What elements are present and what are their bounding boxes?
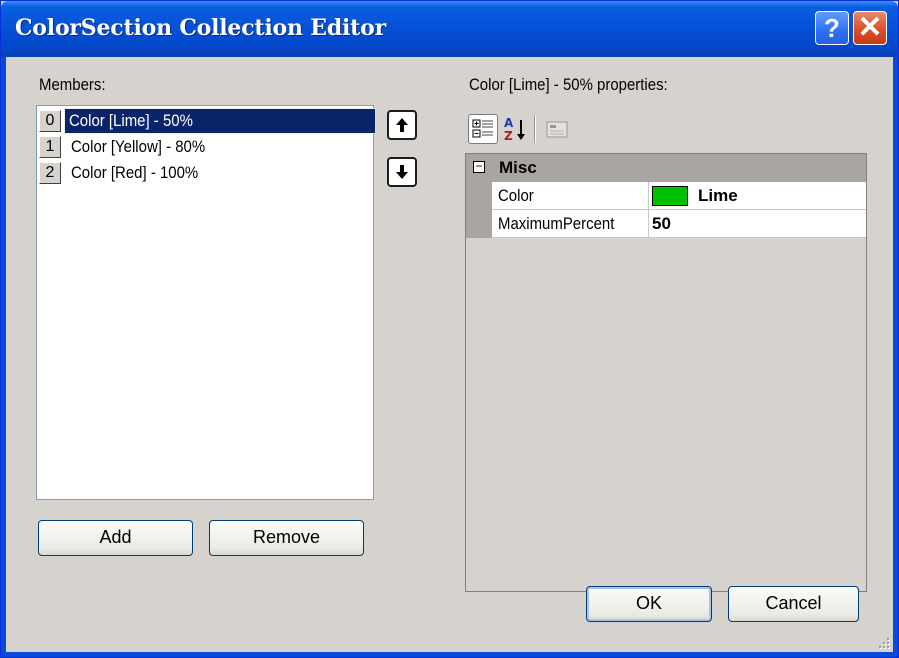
property-name: Color — [492, 182, 649, 209]
cancel-button[interactable]: Cancel — [728, 586, 859, 622]
resize-grip-icon[interactable] — [877, 636, 891, 650]
categorized-button[interactable] — [468, 114, 498, 144]
list-item-index: 2 — [39, 162, 61, 184]
list-item-label[interactable]: Color [Yellow] - 80% — [67, 135, 227, 159]
list-item-label[interactable]: Color [Red] - 100% — [67, 161, 220, 185]
property-pages-icon — [546, 121, 568, 138]
help-icon: ? — [824, 13, 840, 43]
dialog-client-area: Members: 0 Color [Lime] - 50% 1 Color [Y… — [6, 57, 893, 652]
grid-gutter — [466, 210, 492, 238]
property-grid[interactable]: − Misc Color Lime MaximumPercent 50 — [465, 153, 867, 592]
members-listbox[interactable]: 0 Color [Lime] - 50% 1 Color [Yellow] - … — [36, 105, 376, 500]
property-value[interactable]: Lime — [698, 182, 738, 209]
list-item-label[interactable]: Color [Lime] - 50% — [64, 108, 376, 134]
svg-text:A: A — [504, 116, 514, 130]
list-item-index: 1 — [39, 136, 61, 158]
property-pages-button[interactable] — [541, 114, 571, 144]
members-label: Members: — [39, 75, 106, 94]
arrow-down-icon — [396, 165, 408, 179]
list-item[interactable]: 2 Color [Red] - 100% — [39, 161, 371, 185]
help-button[interactable]: ? — [815, 11, 849, 45]
arrow-up-icon — [396, 118, 408, 132]
remove-button[interactable]: Remove — [209, 520, 364, 556]
add-button[interactable]: Add — [38, 520, 193, 556]
list-item-index: 0 — [39, 110, 61, 132]
alphabetical-button[interactable]: A Z — [500, 114, 530, 144]
color-swatch — [652, 186, 688, 206]
svg-text:Z: Z — [504, 129, 513, 143]
category-label: Misc — [499, 158, 537, 177]
move-up-button[interactable] — [387, 110, 417, 140]
window-frame-bottom — [1, 652, 898, 657]
grid-gutter — [466, 182, 492, 210]
collection-editor-dialog: ColorSection Collection Editor ? ✕ Membe… — [0, 0, 899, 658]
move-down-button[interactable] — [387, 157, 417, 187]
categorized-icon — [472, 119, 493, 138]
window-frame-right — [893, 57, 898, 657]
title-bar[interactable]: ColorSection Collection Editor ? ✕ — [1, 1, 898, 57]
close-icon: ✕ — [857, 11, 883, 44]
list-item[interactable]: 0 Color [Lime] - 50% — [39, 108, 376, 134]
collapse-icon[interactable]: − — [473, 160, 485, 173]
category-row-misc[interactable]: − Misc — [466, 154, 866, 182]
list-item[interactable]: 1 Color [Yellow] - 80% — [39, 135, 371, 159]
alphabetical-sort-icon: A Z — [504, 116, 525, 143]
properties-label: Color [Lime] - 50% properties: — [469, 75, 668, 94]
toolbar-separator — [534, 115, 536, 143]
property-value[interactable]: 50 — [652, 210, 671, 237]
ok-button[interactable]: OK — [586, 586, 712, 622]
window-title: ColorSection Collection Editor — [15, 15, 387, 41]
property-name: MaximumPercent — [492, 210, 649, 237]
close-button[interactable]: ✕ — [853, 11, 887, 45]
property-row-color[interactable]: Color Lime — [492, 182, 866, 210]
property-row-maximumpercent[interactable]: MaximumPercent 50 — [492, 210, 866, 238]
